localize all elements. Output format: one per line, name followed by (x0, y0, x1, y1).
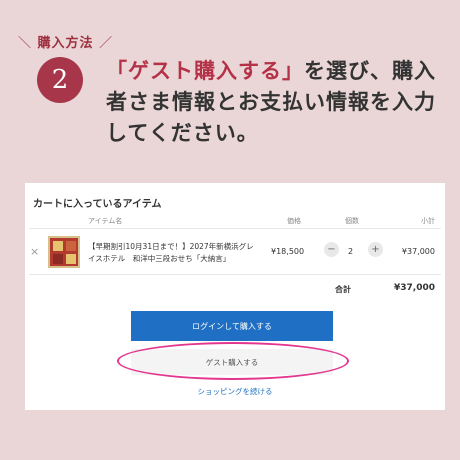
remove-item-icon[interactable]: × (30, 245, 39, 258)
cart-title: カートに入っているアイテム (33, 199, 162, 210)
divider (29, 228, 441, 229)
column-header-quantity: 個数 (345, 217, 359, 225)
quantity-decrement-button[interactable]: − (324, 242, 339, 257)
column-header-item: アイテム名 (88, 217, 123, 225)
column-header-subtotal: 小計 (421, 217, 435, 225)
quantity-increment-button[interactable]: + (368, 242, 383, 257)
item-price: ¥18,500 (271, 247, 305, 256)
guest-purchase-button[interactable]: ゲスト購入する (131, 349, 333, 375)
total-value: ¥37,000 (394, 283, 435, 293)
slash-right-decoration: ／ (99, 36, 114, 51)
slash-left-decoration: ＼ (18, 36, 33, 51)
step-instruction: 「ゲスト購入する」を選び、購入者さま情報とお支払い情報を入力してください。 (106, 56, 452, 149)
item-subtotal: ¥37,000 (401, 247, 435, 256)
item-thumbnail[interactable] (48, 236, 80, 268)
section-tag: ＼ 購入方法 ／ (18, 32, 113, 51)
total-label: 合計 (335, 285, 351, 294)
quantity-value[interactable]: 2 (348, 247, 353, 256)
divider (29, 274, 441, 275)
continue-shopping-link[interactable]: ショッピングを続ける (25, 386, 445, 397)
item-name-link[interactable]: 【早期割引10月31日まで！】2027年新横浜グレイスホテル 和洋中三段おせち「… (88, 241, 258, 265)
instruction-highlight: 「ゲスト購入する」 (106, 59, 304, 83)
column-header-price: 価格 (287, 217, 301, 225)
login-purchase-button[interactable]: ログインして購入する (131, 311, 333, 341)
step-number-badge: 2 (37, 57, 83, 103)
cart-screenshot: カートに入っているアイテム アイテム名 価格 個数 小計 × 【早期割引10月3… (25, 183, 445, 410)
section-tag-label: 購入方法 (37, 36, 94, 51)
